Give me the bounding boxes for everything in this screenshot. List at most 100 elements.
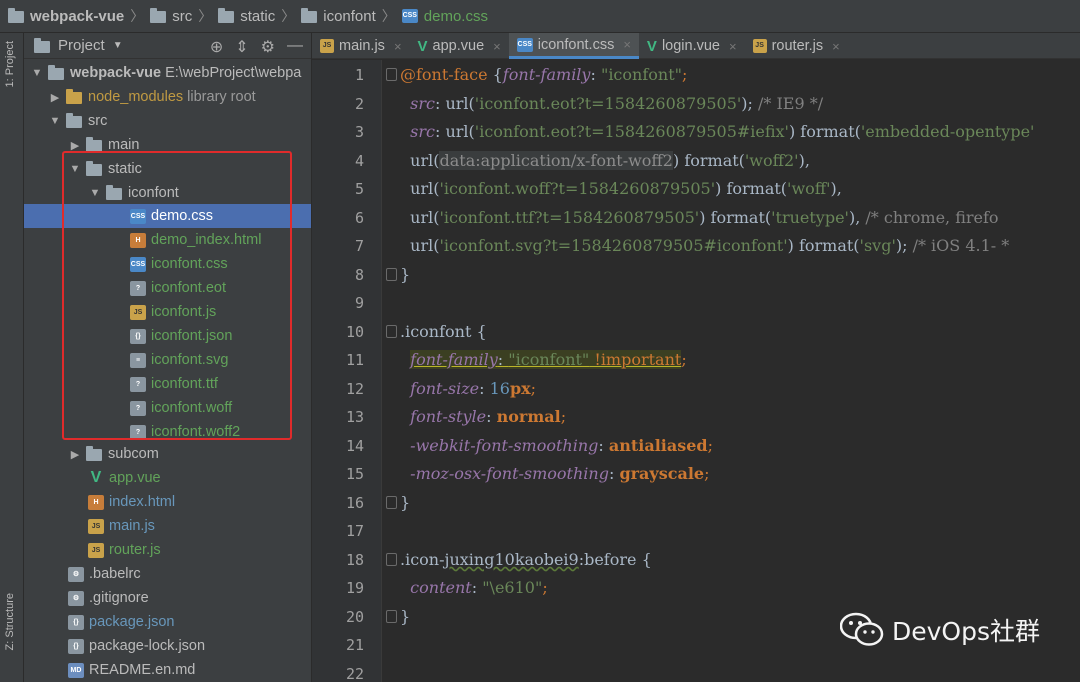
vue-file-icon: V (417, 37, 428, 55)
tree-item-file[interactable]: Vapp.vue (24, 466, 311, 490)
breadcrumb-item-project[interactable]: webpack-vue (8, 8, 124, 25)
tab-app-vue[interactable]: Vapp.vue × (410, 33, 509, 59)
locate-icon[interactable]: ⊕ (210, 37, 223, 57)
chevron-right-icon[interactable]: ▶ (48, 91, 62, 104)
tree-item-file[interactable]: JS iconfont.js (24, 300, 311, 324)
code-line: .iconfont { (400, 322, 487, 341)
config-file-icon: ⚙ (68, 566, 84, 582)
line-number: 3 (354, 123, 364, 141)
code-line: font-family: "iconfont" !important; (410, 350, 687, 369)
line-number: 14 (345, 437, 364, 455)
project-view-selector[interactable]: Project (58, 37, 105, 54)
code-line: url('iconfont.woff?t=1584260879505') for… (400, 179, 842, 198)
collapse-all-icon[interactable]: ⇕ (235, 37, 248, 57)
tree-item-file[interactable]: MD README.en.md (24, 658, 311, 682)
chevron-down-icon[interactable]: ▼ (113, 40, 123, 51)
json-file-icon: {} (68, 638, 84, 654)
chevron-down-icon[interactable]: ▼ (48, 115, 62, 127)
chevron-down-icon[interactable]: ▼ (30, 67, 44, 79)
tree-item-file[interactable]: ? iconfont.woff (24, 396, 311, 420)
tree-item-src[interactable]: ▼ src (24, 109, 311, 133)
close-icon[interactable]: × (623, 37, 631, 52)
tree-item-file[interactable]: ? iconfont.eot (24, 276, 311, 300)
fold-icon[interactable] (386, 325, 397, 338)
fold-icon[interactable] (386, 68, 397, 81)
folder-icon (86, 446, 102, 461)
tree-item-demo-css[interactable]: CSS demo.css (24, 204, 311, 228)
tree-item-main[interactable]: ▶ main (24, 133, 311, 157)
tab-iconfont-css[interactable]: CSS iconfont.css × (508, 33, 639, 59)
tree-item-static[interactable]: ▼ static (24, 157, 311, 181)
tree-item-file[interactable]: ⚙ .babelrc (24, 562, 311, 586)
fold-icon[interactable] (386, 610, 397, 623)
tree-item-file[interactable]: {} iconfont.json (24, 324, 311, 348)
folder-icon (150, 8, 167, 23)
line-number: 20 (345, 608, 364, 626)
js-file-icon: JS (320, 39, 334, 53)
line-number: 21 (345, 636, 364, 654)
tree-item-node-modules[interactable]: ▶ node_modules library root (24, 85, 311, 109)
close-icon[interactable]: × (493, 39, 501, 54)
folder-icon (48, 65, 64, 80)
code-line: -webkit-font-smoothing: antialiased; (410, 436, 713, 455)
line-number: 5 (354, 180, 364, 198)
folder-icon (218, 8, 235, 23)
code-line: } (400, 493, 411, 512)
code-editor[interactable]: @font-face {font-family: "iconfont"; src… (382, 60, 1080, 682)
close-icon[interactable]: × (394, 39, 402, 54)
code-line: url(data:application/x-font-woff2) forma… (400, 151, 810, 170)
css-file-icon: CSS (516, 37, 533, 52)
line-number: 13 (345, 408, 364, 426)
tree-item-file[interactable]: {} package-lock.json (24, 634, 311, 658)
chevron-down-icon[interactable]: ▼ (68, 163, 82, 175)
breadcrumb: webpack-vue 〉 src 〉 static 〉 iconfont 〉 … (0, 0, 1080, 33)
chevron-right-icon[interactable]: ▶ (68, 448, 82, 461)
tree-item-file[interactable]: CSS iconfont.css (24, 252, 311, 276)
line-number: 9 (354, 294, 364, 312)
close-icon[interactable]: × (729, 39, 737, 54)
code-line: content: "\e610"; (410, 578, 548, 597)
tree-item-file[interactable]: Hindex.html (24, 490, 311, 514)
tab-login-vue[interactable]: Vlogin.vue × (639, 33, 745, 59)
project-tool-tab[interactable]: 1: Project (4, 41, 16, 87)
code-line: url('iconfont.ttf?t=1584260879505') form… (400, 208, 999, 227)
folder-icon (86, 137, 102, 152)
breadcrumb-item-src[interactable]: src (150, 8, 192, 25)
css-file-icon: CSS (401, 9, 418, 23)
tab-main-js[interactable]: JS main.js × (312, 33, 410, 59)
line-number: 6 (354, 209, 364, 227)
tab-router-js[interactable]: JS router.js × (745, 33, 848, 59)
tree-item-iconfont[interactable]: ▼ iconfont (24, 181, 311, 205)
chevron-down-icon[interactable]: ▼ (88, 187, 102, 199)
chevron-right-icon[interactable]: ▶ (68, 139, 82, 152)
tree-item-file[interactable]: JS main.js (24, 514, 311, 538)
close-icon[interactable]: × (832, 39, 840, 54)
html-file-icon: H (130, 232, 146, 248)
fold-icon[interactable] (386, 268, 397, 281)
hide-icon[interactable]: — (287, 37, 303, 57)
json-file-icon: {} (68, 614, 84, 630)
tool-window-strip: 1: Project Z: Structure (0, 33, 24, 682)
tree-item-file[interactable]: ? iconfont.ttf (24, 372, 311, 396)
tree-item-file[interactable]: JS router.js (24, 538, 311, 562)
line-number: 10 (345, 323, 364, 341)
fold-icon[interactable] (386, 496, 397, 509)
tree-item-subcom[interactable]: ▶ subcom (24, 442, 311, 466)
tree-item-file[interactable]: ⚙ .gitignore (24, 586, 311, 610)
tree-item-file[interactable]: {} package.json (24, 610, 311, 634)
folder-icon (301, 8, 318, 23)
markdown-file-icon: MD (68, 662, 84, 678)
chevron-right-icon: 〉 (130, 8, 145, 24)
breadcrumb-item-file[interactable]: CSS demo.css (401, 8, 488, 25)
breadcrumb-item-static[interactable]: static (218, 8, 275, 25)
tree-item-file[interactable]: Hdemo_index.html (24, 228, 311, 252)
fold-icon[interactable] (386, 553, 397, 566)
structure-tool-tab[interactable]: Z: Structure (4, 593, 16, 650)
breadcrumb-item-iconfont[interactable]: iconfont (301, 8, 376, 25)
js-file-icon: JS (88, 542, 104, 558)
tree-item-file[interactable]: ≡ iconfont.svg (24, 348, 311, 372)
tree-root[interactable]: ▼ webpack-vue E:\webProject\webpa (24, 61, 311, 85)
tree-item-file[interactable]: ? iconfont.woff2 (24, 420, 311, 444)
watermark-text: DevOps社群 (892, 617, 1040, 646)
gear-icon[interactable]: ⚙ (261, 37, 275, 57)
